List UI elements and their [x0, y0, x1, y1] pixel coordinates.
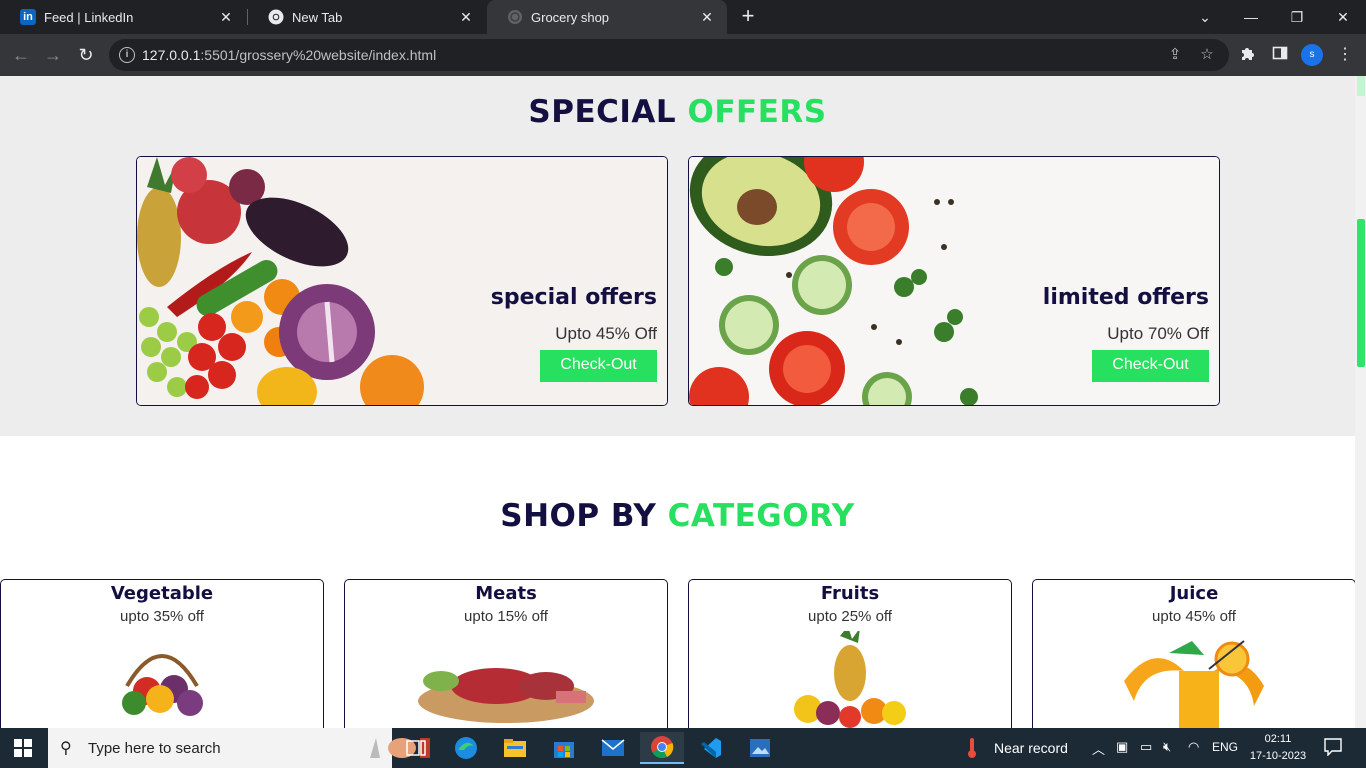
offer-card-limited: limited offers Upto 70% Off Check-Out [688, 156, 1220, 406]
weather-text[interactable]: Near record [994, 740, 1068, 756]
heading-accent: CATEGORY [667, 498, 855, 534]
file-explorer-icon[interactable] [493, 732, 537, 764]
tab-linkedin[interactable]: in Feed | LinkedIn ✕ [0, 0, 246, 34]
page-scrollbar[interactable] [1355, 76, 1366, 728]
browser-toolbar: ← → ↻ i 127.0.0.1:5501/grossery%20websit… [0, 34, 1366, 76]
category-card-juice[interactable]: Juice upto 45% off [1032, 579, 1356, 728]
shop-by-category-section: SHOP BY CATEGORY Vegetable upto 35% off … [0, 436, 1356, 728]
mail-icon[interactable] [591, 732, 635, 764]
language-indicator[interactable]: ENG [1212, 740, 1238, 754]
clock-date: 17-10-2023 [1249, 750, 1307, 762]
tab-title: New Tab [292, 9, 343, 25]
close-tab-icon[interactable]: ✕ [699, 9, 715, 25]
category-card-fruits[interactable]: Fruits upto 25% off [688, 579, 1012, 728]
checkout-button[interactable]: Check-Out [540, 350, 657, 382]
extensions-puzzle-icon[interactable] [1238, 45, 1258, 65]
meet-now-icon[interactable]: ▣ [1116, 739, 1128, 755]
category-discount: upto 15% off [464, 608, 548, 625]
category-discount: upto 45% off [1152, 608, 1236, 625]
offer-text: limited offers Upto 70% Off Check-Out [1043, 285, 1209, 382]
offer-title: limited offers [1042, 285, 1209, 310]
menu-kebab-icon[interactable]: ⋮ [1335, 45, 1355, 65]
category-name: Juice [1169, 583, 1219, 604]
windows-start-icon[interactable] [14, 739, 32, 757]
offer-subtitle: Upto 45% Off [555, 324, 657, 343]
heading-main: SPECIAL [528, 94, 677, 130]
url-host: 127.0.0.1 [142, 47, 201, 63]
heading-accent: OFFERS [687, 94, 827, 130]
category-card-meats[interactable]: Meats upto 15% off [344, 579, 668, 728]
windows-taskbar: ⚲ Type here to search Near record ︿ ▣ ▭ … [0, 728, 1366, 768]
tab-new-tab[interactable]: New Tab ✕ [248, 0, 486, 34]
thermometer-icon[interactable] [966, 737, 978, 762]
new-tab-button[interactable]: + [737, 5, 759, 27]
meat-board-image [418, 668, 594, 723]
offer-card-special: special offers Upto 45% Off Check-Out [136, 156, 668, 406]
category-name: Fruits [820, 583, 880, 604]
profile-avatar[interactable]: s [1301, 44, 1323, 66]
clock-time: 02:11 [1264, 733, 1292, 745]
address-bar[interactable]: i 127.0.0.1:5501/grossery%20website/inde… [109, 39, 1229, 71]
bookmark-star-icon[interactable]: ☆ [1198, 46, 1216, 64]
special-offers-heading: SPECIAL OFFERS [0, 94, 1355, 130]
site-info-icon[interactable]: i [119, 47, 135, 63]
forward-arrow-icon[interactable]: → [41, 43, 65, 67]
share-icon[interactable]: ⇪ [1166, 46, 1184, 64]
tab-strip: in Feed | LinkedIn ✕ New Tab ✕ Grocery s… [0, 0, 1366, 34]
vscode-icon[interactable] [689, 732, 733, 764]
category-name: Vegetable [110, 583, 214, 604]
volume-muted-icon[interactable]: 🔇︎ [1163, 739, 1171, 755]
juice-glass-image [1124, 640, 1264, 728]
chrome-icon [268, 9, 284, 25]
photos-icon[interactable] [738, 732, 782, 764]
offer-subtitle: Upto 70% Off [1107, 324, 1209, 343]
minimize-button[interactable]: ― [1228, 0, 1274, 34]
url-path: :5501/grossery%20website/index.html [200, 47, 437, 63]
tab-search-chevron-icon[interactable]: ⌄ [1182, 0, 1228, 34]
tab-title: Grocery shop [531, 9, 610, 25]
linkedin-icon: in [20, 9, 36, 25]
close-window-button[interactable]: ✕ [1320, 0, 1366, 34]
vegetable-basket-image [122, 654, 203, 716]
category-discount: upto 35% off [120, 608, 204, 625]
page-viewport: SPECIAL OFFERS special offers Upto 45% O… [0, 76, 1366, 728]
show-hidden-icons-chevron-icon[interactable]: ︿ [1092, 739, 1105, 758]
heading-main: SHOP BY [500, 498, 657, 534]
notifications-icon[interactable] [1324, 738, 1342, 759]
tab-grocery-shop[interactable]: Grocery shop ✕ [487, 0, 727, 34]
category-discount: upto 25% off [808, 608, 892, 625]
search-icon: ⚲ [60, 740, 72, 757]
close-tab-icon[interactable]: ✕ [218, 9, 234, 25]
offer-text: special offers Upto 45% Off Check-Out [491, 285, 657, 382]
scrollbar-track [1357, 76, 1365, 96]
edge-icon[interactable] [444, 732, 488, 764]
url-text[interactable]: 127.0.0.1:5501/grossery%20website/index.… [142, 47, 436, 63]
microsoft-store-icon[interactable] [542, 732, 586, 764]
scrollbar-thumb[interactable] [1357, 219, 1365, 367]
category-name: Meats [475, 583, 537, 604]
clock[interactable]: 02:11 17-10-2023 [1248, 731, 1308, 765]
taskbar-search[interactable]: ⚲ Type here to search [48, 728, 430, 768]
tab-title: Feed | LinkedIn [44, 9, 134, 25]
battery-icon[interactable]: ▭ [1140, 739, 1152, 755]
restore-button[interactable]: ❐ [1274, 0, 1320, 34]
checkout-button[interactable]: Check-Out [1092, 350, 1209, 382]
task-view-icon[interactable] [394, 732, 438, 764]
globe-icon [507, 9, 523, 25]
back-arrow-icon[interactable]: ← [9, 43, 33, 67]
wifi-icon[interactable]: ◠ [1188, 739, 1199, 755]
reload-icon[interactable]: ↻ [74, 43, 98, 67]
category-heading: SHOP BY CATEGORY [0, 498, 1355, 534]
side-panel-icon[interactable] [1270, 45, 1290, 65]
offer-title: special offers [490, 285, 657, 310]
special-offers-section: SPECIAL OFFERS special offers Upto 45% O… [0, 76, 1355, 436]
chrome-taskbar-icon[interactable] [640, 732, 684, 764]
search-placeholder: Type here to search [88, 740, 221, 757]
fruits-image [794, 631, 906, 728]
close-tab-icon[interactable]: ✕ [458, 9, 474, 25]
category-card-vegetable[interactable]: Vegetable upto 35% off [0, 579, 324, 728]
